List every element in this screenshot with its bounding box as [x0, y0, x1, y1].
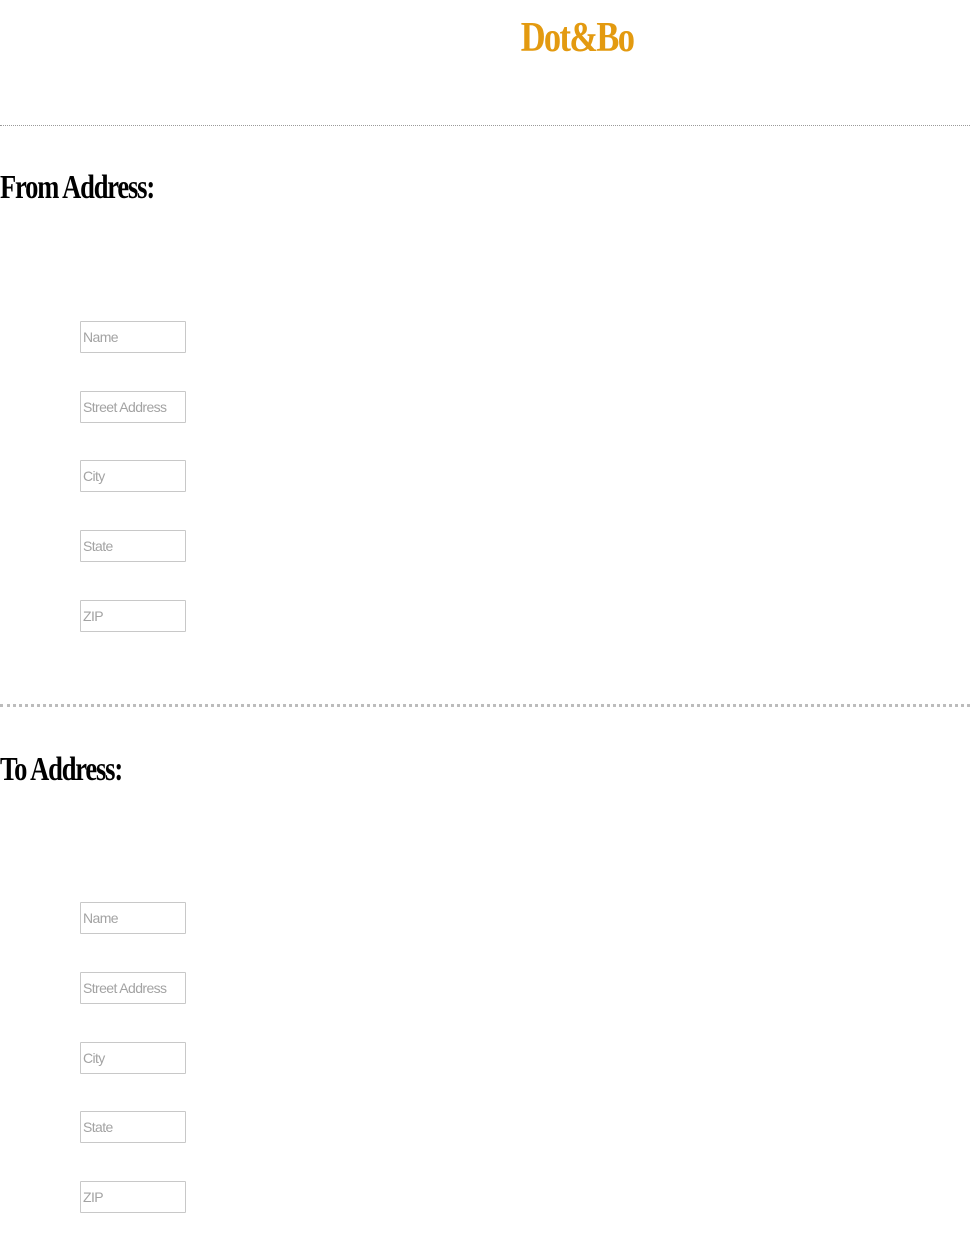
brand-logo[interactable]: Dot&Bo: [104, 14, 899, 62]
header-divider: [0, 125, 970, 126]
to-zip-input[interactable]: [80, 1181, 186, 1213]
from-name-input[interactable]: [80, 321, 186, 353]
from-state-input[interactable]: [80, 530, 186, 562]
to-address-heading: To Address:: [0, 751, 123, 788]
to-street-address-input[interactable]: [80, 972, 186, 1004]
to-state-input[interactable]: [80, 1111, 186, 1143]
section-divider: [0, 704, 970, 707]
from-zip-input[interactable]: [80, 600, 186, 632]
to-city-input[interactable]: [80, 1042, 186, 1074]
to-name-input[interactable]: [80, 902, 186, 934]
from-address-heading: From Address:: [0, 169, 155, 206]
from-street-address-input[interactable]: [80, 391, 186, 423]
from-city-input[interactable]: [80, 460, 186, 492]
